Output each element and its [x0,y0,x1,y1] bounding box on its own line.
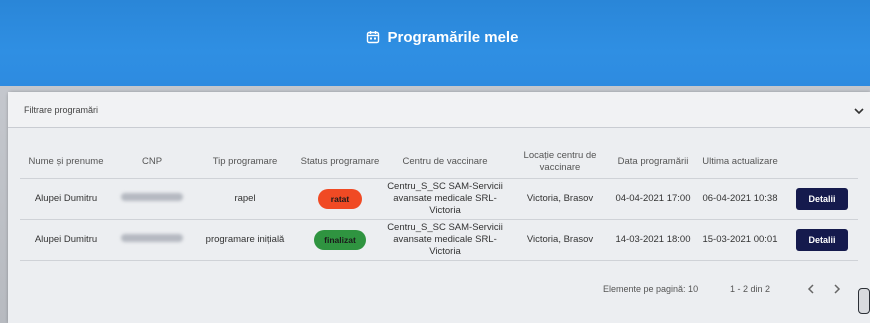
details-button[interactable]: Detalii [796,228,848,251]
column-header: Ultima actualizare [694,146,786,179]
filter-label: Filtrare programări [24,104,99,115]
paginator: Elemente pe pagină: 10 1 - 2 din 2 [8,280,870,302]
page-range-label: 1 - 2 din 2 [730,284,771,294]
table-row: Alupei Dumitru rapel ratat Centru_S_SC S… [20,178,858,220]
cell-data: 14-03-2021 18:00 [612,219,694,261]
column-header: Locație centru de vaccinare [508,146,612,179]
cell-centru: Centru_S_SC SAM-Servicii avansate medica… [382,219,508,261]
appointments-panel: Filtrare programări Nume și prenume CNP … [8,92,870,323]
page-title-group: Programările mele [366,28,519,46]
column-header: Centru de vaccinare [382,146,508,179]
details-button[interactable]: Detalii [796,187,848,210]
cell-locatie: Victoria, Brasov [508,178,612,220]
chevron-right-icon[interactable] [830,282,844,296]
cell-status: finalizat [298,219,382,261]
filter-expander[interactable]: Filtrare programări [8,92,870,128]
page-header: Programările mele [0,0,870,86]
appointments-table: Nume și prenume CNP Tip programare Statu… [20,146,858,261]
column-header: Status programare [298,146,382,179]
status-badge: ratat [318,188,362,209]
screen: Programările mele Filtrare programări Nu… [0,0,870,323]
cell-action: Detalii [786,178,858,220]
cell-cnp [112,219,192,261]
column-header: Tip programare [192,146,298,179]
cell-tip: rapel [192,178,298,220]
cell-name: Alupei Dumitru [20,178,112,220]
column-header: Data programării [612,146,694,179]
cell-actualizare: 06-04-2021 10:38 [694,178,786,220]
table-header-row: Nume și prenume CNP Tip programare Statu… [20,146,858,179]
column-header [786,146,858,179]
cell-data: 04-04-2021 17:00 [612,178,694,220]
cell-status: ratat [298,178,382,220]
cell-actualizare: 15-03-2021 00:01 [694,219,786,261]
items-per-page-label[interactable]: Elemente pe pagină: 10 [603,284,698,294]
cell-cnp [112,178,192,220]
column-header: CNP [112,146,192,179]
side-widget[interactable] [858,288,870,314]
cell-action: Detalii [786,219,858,261]
cell-tip: programare inițială [192,219,298,261]
table-row: Alupei Dumitru programare inițială final… [20,219,858,261]
page-title: Programările mele [387,28,519,46]
redacted-cnp [121,233,183,242]
cell-name: Alupei Dumitru [20,219,112,261]
chevron-down-icon[interactable] [852,104,866,118]
redacted-cnp [121,192,183,201]
cell-locatie: Victoria, Brasov [508,219,612,261]
status-badge: finalizat [314,229,366,250]
calendar-icon [366,31,379,44]
column-header: Nume și prenume [20,146,112,179]
chevron-left-icon[interactable] [804,282,818,296]
cell-centru: Centru_S_SC SAM-Servicii avansate medica… [382,178,508,220]
